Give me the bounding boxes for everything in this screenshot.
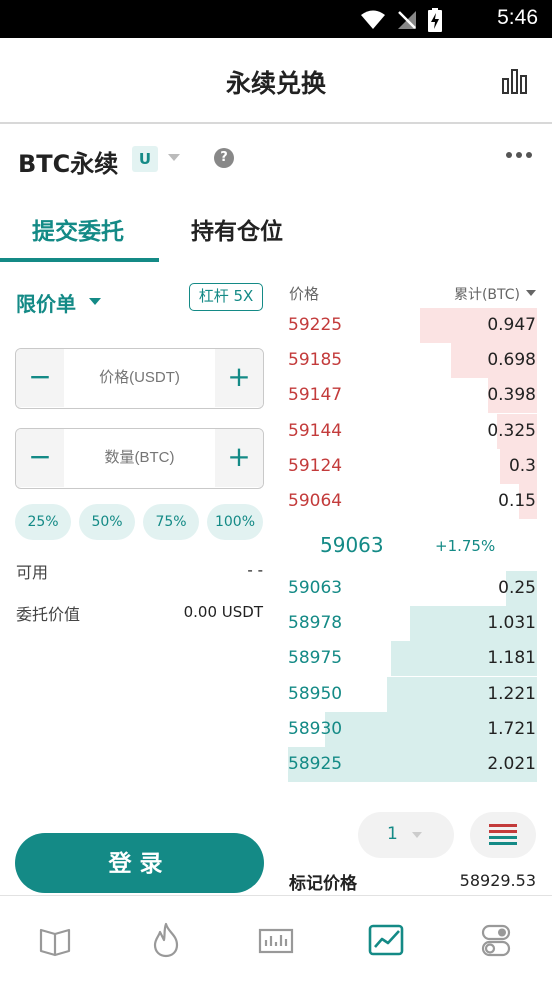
percent-100-button[interactable]: 100% [207,504,263,540]
ask-price: 59225 [288,315,343,335]
ask-row[interactable]: 59124 0.3 [288,448,537,484]
bid-amount: 1.221 [487,683,536,704]
order-value-label: 委托价值 [16,605,81,624]
ask-price: 59144 [288,420,343,441]
price-decrement-button[interactable]: − [16,349,64,407]
flame-icon[interactable] [146,920,186,960]
chevron-down-icon [412,832,422,838]
bid-amount: 1.721 [487,718,536,739]
quantity-stepper: − + [15,428,264,489]
status-bar: 5:46 [0,0,552,38]
percent-25-button[interactable]: 25% [15,504,71,540]
trend-chart-icon[interactable] [366,920,406,960]
percent-buttons: 25% 50% 75% 100% [15,504,265,540]
bid-amount: 2.021 [487,754,536,774]
mark-price-value: 58929.53 [459,871,536,890]
available-value: - - [247,561,263,579]
market-name[interactable]: BTC永续 [18,144,118,179]
bid-row[interactable]: 58930 1.721 [288,711,537,747]
bid-price: 58925 [288,754,343,774]
available-label: 可用 [16,563,49,582]
toggle-settings-icon[interactable] [476,920,516,960]
battery-charging-icon [428,8,442,32]
price-increment-button[interactable]: + [215,349,263,407]
last-price: 59063 [320,533,384,557]
bid-amount: 1.031 [487,613,536,634]
quantity-decrement-button[interactable]: − [16,429,64,487]
chevron-down-icon[interactable] [89,298,101,305]
chevron-down-icon[interactable] [526,290,536,296]
bottom-nav [0,895,552,981]
ask-amount: 0.325 [487,420,536,441]
ask-amount: 0.398 [487,385,536,406]
usdt-margin-badge: U [132,146,158,172]
ask-row[interactable]: 59147 0.398 [288,378,537,414]
quantity-increment-button[interactable]: + [215,429,263,487]
leverage-button[interactable]: 杠杆 5X [189,283,263,311]
bid-row[interactable]: 59063 0.25 [288,571,537,606]
order-book-price-header: 价格 [289,285,320,303]
bar-chart-icon[interactable] [256,920,296,960]
ask-price: 59185 [288,350,343,371]
app-header: 永续兑换 [0,38,552,124]
bid-price: 59063 [288,578,343,598]
bid-price: 58975 [288,648,343,669]
tab-positions[interactable]: 持有仓位 [191,212,283,246]
ask-price: 59147 [288,385,343,406]
ask-price: 59124 [288,455,343,476]
order-book-cumulative-header[interactable]: 累计(BTC) [454,284,520,304]
ask-amount: 0.947 [487,315,536,335]
bid-price: 58978 [288,613,343,634]
ask-row[interactable]: 59064 0.15 [288,484,537,519]
no-signal-icon [398,11,416,29]
ask-row[interactable]: 59225 0.947 [288,308,537,343]
bid-row[interactable]: 58978 1.031 [288,606,537,642]
order-tabs: 提交委托 持有仓位 [0,196,552,264]
page-title: 永续兑换 [225,69,326,98]
status-time: 5:46 [497,6,538,29]
quantity-input[interactable] [64,429,215,487]
ask-row[interactable]: 59144 0.325 [288,413,537,449]
bid-row[interactable]: 58950 1.221 [288,676,537,712]
bid-amount: 0.25 [498,578,536,598]
ask-amount: 0.3 [508,455,536,476]
active-tab-indicator [0,258,159,262]
more-horizontal-icon[interactable] [506,152,532,158]
status-icons [360,8,442,32]
chevron-down-icon[interactable] [168,154,180,161]
depth-precision-select[interactable]: 1 [358,812,454,858]
bid-amount: 1.181 [487,648,536,669]
tab-submit-order[interactable]: 提交委托 [32,212,124,246]
market-selector[interactable]: BTC永续 U ? [0,126,552,196]
bid-price: 58930 [288,718,343,739]
mark-price-label: 标记价格 [289,874,357,894]
percent-50-button[interactable]: 50% [79,504,135,540]
bid-row[interactable]: 58925 2.021 [288,747,537,782]
ask-price: 59064 [288,491,343,511]
order-book-layout-icon [489,824,517,846]
order-value: 0.00 USDT [183,603,263,621]
bid-price: 58950 [288,683,343,704]
wifi-icon [361,10,385,29]
ask-amount: 0.698 [487,350,536,371]
order-type-select[interactable]: 限价单 [16,288,76,317]
order-book-layout-toggle[interactable] [470,812,536,858]
price-input[interactable] [64,349,215,407]
percent-75-button[interactable]: 75% [143,504,199,540]
help-icon[interactable]: ? [214,148,234,168]
ask-row[interactable]: 59185 0.698 [288,343,537,379]
price-change-percent: +1.75% [435,537,496,555]
price-stepper: − + [15,348,264,409]
ask-amount: 0.15 [498,491,536,511]
book-icon[interactable] [35,920,75,960]
login-button[interactable]: 登录 [15,833,264,893]
bar-chart-icon[interactable] [502,68,528,94]
bid-row[interactable]: 58975 1.181 [288,641,537,677]
depth-precision-value: 1 [387,824,398,844]
